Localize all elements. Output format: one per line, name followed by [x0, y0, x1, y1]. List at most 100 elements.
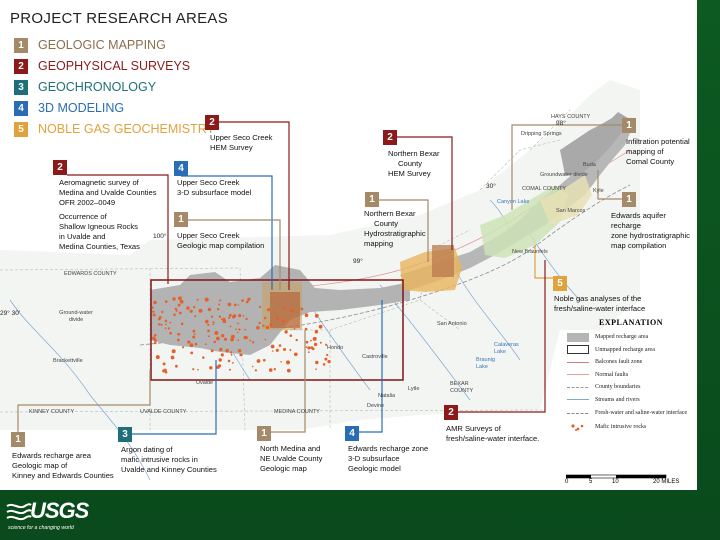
callout-bexar-hem-line2: County — [398, 159, 423, 168]
map-label-lytle: Lytle — [408, 386, 420, 392]
mafic-intrusive-dot — [194, 342, 198, 346]
usgs-tagline: science for a changing world — [8, 525, 74, 531]
mafic-intrusive-dot — [208, 335, 210, 338]
map-label-castroville: Castroville — [362, 354, 388, 360]
mafic-intrusive-dot — [235, 328, 237, 330]
mafic-intrusive-dot — [204, 297, 209, 302]
callout-bexar-hydro: Northern Bexar County Hydrostratigraphic… — [364, 209, 426, 249]
explanation-swatch-2 — [567, 358, 589, 367]
callout-badge-argon: 3 — [118, 427, 132, 442]
scale-bar: 0 5 10 20 MILES — [565, 474, 686, 488]
explanation-swatch-3 — [567, 370, 589, 379]
map-label-braunig: Braunig Lake — [476, 357, 495, 370]
mafic-intrusive-dot — [164, 319, 168, 323]
mafic-intrusive-dot — [281, 319, 286, 323]
explanation-item-1: Unmapped recharge area — [567, 344, 695, 357]
callout-badge-noble: 5 — [553, 276, 567, 291]
explanation-item-0: Mapped recharge area — [567, 331, 695, 344]
explanation-label-2: Balcones fault zone — [595, 359, 643, 366]
callout-comal: Infiltration potential mapping of Comal … — [626, 137, 690, 167]
bexar-hem-area — [432, 245, 454, 277]
mafic-intrusive-dot — [263, 358, 266, 362]
usgs-name: USGS — [30, 498, 89, 523]
callout-medina: North Medina and NE Uvalde County Geolog… — [260, 444, 322, 474]
mafic-intrusive-dot — [324, 357, 328, 361]
mafic-intrusive-dot — [290, 309, 295, 313]
mafic-intrusive-dot — [233, 303, 237, 307]
scale-tick-20: 20 MILES — [653, 479, 680, 485]
mafic-intrusive-dot — [171, 349, 176, 354]
mafic-intrusive-dot — [207, 323, 210, 326]
map-label-hondo: Hondo — [327, 345, 344, 351]
explanation-swatch-0 — [567, 332, 589, 342]
mafic-intrusive-dot — [220, 318, 223, 321]
explanation-swatch-1 — [567, 345, 589, 355]
mafic-intrusive-dot — [268, 368, 273, 372]
callout-noble-line2: fresh/saline-water interface — [554, 304, 646, 313]
mafic-intrusive-dot — [177, 338, 180, 342]
mafic-intrusive-dot — [158, 323, 161, 326]
mafic-intrusive-dot — [217, 364, 222, 368]
mafic-intrusive-dot — [264, 338, 267, 341]
map-label-lon98: 98° — [556, 120, 566, 127]
mafic-intrusive-dot — [275, 317, 279, 321]
callout-seco-hem-line2: HEM Survey — [210, 143, 253, 152]
callout-edwards-model-line1: Edwards recharge zone — [348, 444, 429, 453]
mafic-intrusive-dot — [221, 334, 225, 338]
mafic-intrusive-dot — [189, 343, 194, 347]
callout-noble-line1: Noble gas analyses of the — [554, 294, 642, 303]
mafic-intrusive-dot — [311, 347, 315, 351]
mafic-intrusive-dot — [164, 327, 167, 330]
explanation-label-7: Mafic intrusive rocks — [595, 424, 647, 431]
explanation-title: EXPLANATION — [598, 318, 664, 327]
mafic-intrusive-dot — [286, 368, 291, 373]
usgs-logo: USGS science for a changing world — [4, 498, 89, 540]
mafic-intrusive-dot — [212, 321, 215, 324]
callout-recharge-zone-line3: map compilation — [611, 241, 667, 250]
callout-seco-model: Upper Seco Creek 3-D subsurface model — [177, 178, 251, 198]
explanation-label-4: County boundaries — [595, 384, 641, 391]
mafic-intrusive-dot — [313, 342, 318, 347]
mafic-intrusive-dot — [153, 334, 157, 337]
mafic-intrusive-dot — [322, 363, 326, 366]
mafic-intrusive-dot — [153, 300, 157, 305]
map-explanation: EXPLANATION Mapped recharge area Unmapped… — [567, 318, 695, 434]
callout-badge-edwards-model: 4 — [345, 426, 359, 441]
mafic-intrusive-dot — [319, 341, 322, 344]
mafic-intrusive-dot — [239, 353, 243, 357]
mafic-intrusive-dot — [193, 333, 196, 336]
callout-badge-edwards-area: 1 — [11, 432, 25, 447]
mafic-intrusive-dot — [177, 333, 180, 336]
mafic-intrusive-dot — [284, 330, 288, 334]
mafic-intrusive-dot — [210, 349, 214, 353]
map-label-gw-divide-west: Ground-water divide — [59, 310, 93, 323]
mafic-intrusive-dot — [245, 317, 248, 321]
mafic-intrusive-dot — [289, 349, 292, 351]
mafic-intrusive-dot — [152, 310, 155, 313]
callout-argon-line1: Argon dating of — [121, 445, 173, 454]
callout-comal-line2: mapping of — [626, 147, 664, 156]
mafic-intrusive-dot — [269, 323, 273, 327]
mafic-intrusive-dot — [177, 303, 181, 307]
map-label-bexar: BEXAR COUNTY — [450, 381, 474, 394]
mafic-intrusive-dot — [202, 356, 205, 359]
callout-badge-medina: 1 — [257, 426, 271, 441]
mafic-intrusive-dot — [180, 322, 184, 326]
mafic-intrusive-dot — [326, 353, 329, 357]
callout-amr: AMR Surveys of fresh/saline-water interf… — [446, 424, 539, 444]
mafic-intrusive-dot — [160, 323, 163, 326]
mafic-intrusive-dot — [220, 353, 224, 357]
explanation-swatch-5 — [567, 395, 589, 404]
callout-comal-line3: Comal County — [626, 157, 675, 166]
mafic-intrusive-dot — [270, 344, 275, 349]
mafic-intrusive-dot — [232, 315, 236, 319]
mafic-intrusive-dot — [198, 308, 203, 313]
mafic-intrusive-dot — [186, 306, 190, 310]
explanation-label-3: Normal faults — [595, 371, 629, 378]
mafic-intrusive-dot — [163, 368, 167, 373]
mafic-intrusive-dot — [245, 300, 249, 304]
callout-argon: Argon dating of mafic intrusive rocks in… — [121, 445, 217, 475]
map-label-dripping: Dripping Springs — [521, 131, 562, 137]
callout-aeromag-line6: in Uvalde and — [59, 232, 106, 241]
callout-recharge-zone-line1: Edwards aquifer recharge — [611, 211, 666, 230]
